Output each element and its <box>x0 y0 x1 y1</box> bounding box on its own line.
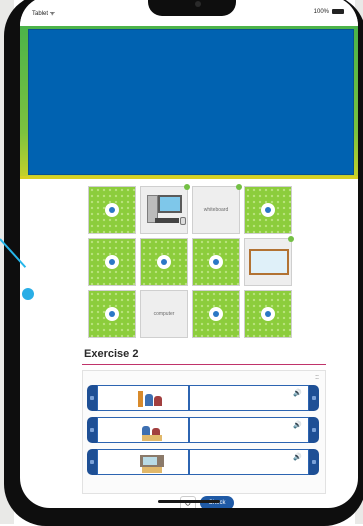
speaker-icon[interactable]: 🔊 <box>293 421 302 429</box>
memory-card-hidden[interactable] <box>244 290 292 338</box>
card-token-icon <box>105 307 119 321</box>
memory-card-word-label: whiteboard <box>203 207 229 213</box>
answer-drop-zone[interactable]: 🔊 <box>189 449 309 475</box>
matched-indicator <box>236 184 242 190</box>
exercise-section: Exercise 2 :: 🔊 🔊 🔊 ↺ Check <box>82 346 326 508</box>
memory-card-hidden[interactable] <box>140 238 188 286</box>
memory-card-hidden[interactable] <box>88 186 136 234</box>
home-indicator <box>158 500 220 503</box>
image-cell <box>97 449 189 475</box>
video-player[interactable] <box>28 29 354 175</box>
tablet-screen: Tablet ᯤ 100% whiteboard computer Exerci… <box>20 0 358 508</box>
memory-card-word[interactable]: computer <box>140 290 188 338</box>
drag-handle-left[interactable] <box>87 417 97 443</box>
video-frame <box>20 26 358 179</box>
memory-card-hidden[interactable] <box>88 238 136 286</box>
memory-card-hidden[interactable] <box>192 238 240 286</box>
students-desk-image <box>138 421 168 441</box>
memory-card-hidden[interactable] <box>192 290 240 338</box>
answer-drop-zone[interactable]: 🔊 <box>189 385 309 411</box>
callout-dot <box>22 288 34 300</box>
card-token-icon <box>209 307 223 321</box>
card-token-icon <box>261 203 275 217</box>
drag-handle-left[interactable] <box>87 449 97 475</box>
exercise-panel: :: 🔊 🔊 🔊 <box>82 370 326 494</box>
battery-icon <box>332 9 344 14</box>
card-token-icon <box>209 255 223 269</box>
memory-game-grid: whiteboard computer <box>88 184 294 344</box>
drag-handle-right[interactable] <box>309 385 319 411</box>
battery-percent: 100% <box>313 9 329 16</box>
expand-icon[interactable]: :: <box>315 374 319 381</box>
computer-image <box>147 193 186 229</box>
camera-notch <box>148 0 236 16</box>
match-row: 🔊 <box>87 417 319 443</box>
card-token-icon <box>157 255 171 269</box>
memory-card-whiteboard-image[interactable] <box>244 236 294 286</box>
answer-drop-zone[interactable]: 🔊 <box>189 417 309 443</box>
matched-indicator <box>184 184 190 190</box>
match-row: 🔊 <box>87 449 319 475</box>
classroom-people-image <box>138 389 168 409</box>
memory-card-hidden[interactable] <box>244 186 292 234</box>
whiteboard-image <box>249 249 289 275</box>
camera-icon <box>195 1 201 7</box>
carrier-label: Tablet ᯤ <box>32 11 56 17</box>
matched-indicator <box>288 236 294 242</box>
card-token-icon <box>105 255 119 269</box>
tablet-frame: Tablet ᯤ 100% whiteboard computer Exerci… <box>4 0 363 526</box>
memory-card-computer-image[interactable] <box>140 184 190 234</box>
exercise-title: Exercise 2 <box>84 348 139 360</box>
teacher-board-image <box>138 453 168 473</box>
drag-handle-right[interactable] <box>309 449 319 475</box>
speaker-icon[interactable]: 🔊 <box>293 389 302 397</box>
battery-indicator: 100% <box>314 9 344 15</box>
drag-handle-right[interactable] <box>309 417 319 443</box>
memory-card-word[interactable]: whiteboard <box>192 184 242 234</box>
title-divider <box>82 364 326 365</box>
match-row: 🔊 <box>87 385 319 411</box>
speaker-icon[interactable]: 🔊 <box>293 453 302 461</box>
image-cell <box>97 385 189 411</box>
drag-handle-left[interactable] <box>87 385 97 411</box>
card-token-icon <box>261 307 275 321</box>
video-frame-strip <box>20 176 358 179</box>
memory-card-hidden[interactable] <box>88 290 136 338</box>
card-token-icon <box>105 203 119 217</box>
memory-card-word-label: computer <box>153 311 175 317</box>
image-cell <box>97 417 189 443</box>
